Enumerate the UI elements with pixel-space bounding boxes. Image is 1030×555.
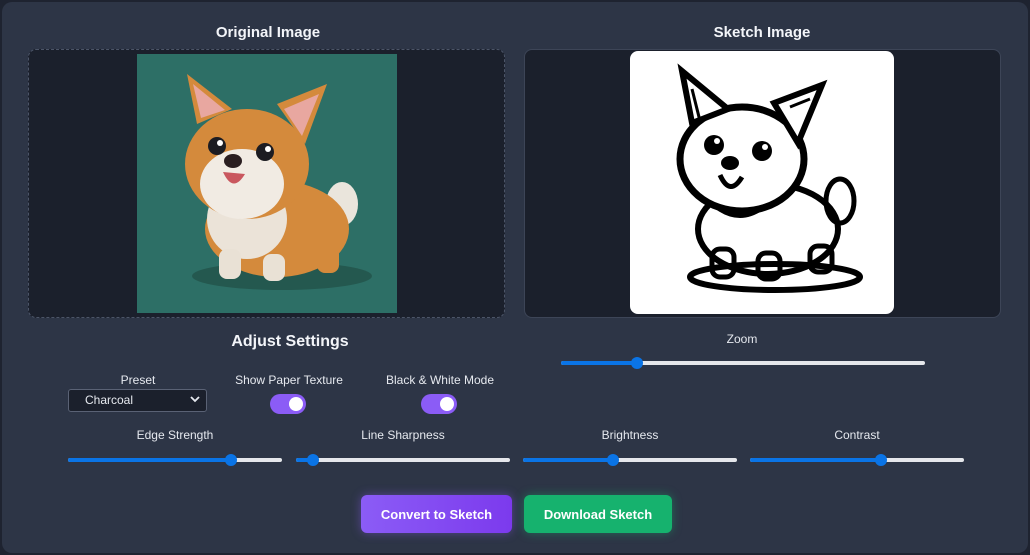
original-image-dropzone[interactable] <box>28 49 505 318</box>
convert-to-sketch-button[interactable]: Convert to Sketch <box>361 495 512 533</box>
edge-strength-label: Edge Strength <box>136 428 214 442</box>
download-sketch-button[interactable]: Download Sketch <box>524 495 672 533</box>
bw-mode-label: Black & White Mode <box>385 373 495 387</box>
original-image-title: Original Image <box>215 24 321 41</box>
bw-mode-toggle[interactable] <box>421 394 457 414</box>
slider-fill <box>750 458 881 462</box>
slider-thumb[interactable] <box>874 454 887 466</box>
slider-track <box>296 458 510 462</box>
slider-fill <box>68 458 231 462</box>
corgi-image <box>185 74 372 290</box>
preset-value: Charcoal <box>85 393 134 407</box>
contrast-label: Contrast <box>834 428 880 442</box>
sketch-image-title: Sketch Image <box>713 24 811 41</box>
slider-fill <box>561 361 638 365</box>
settings-title: Adjust Settings <box>231 333 349 350</box>
line-sharpness-label: Line Sharpness <box>361 428 445 442</box>
brightness-label: Brightness <box>601 428 659 442</box>
app-card: Original Image Sketch Image Adjust Setti… <box>2 2 1028 553</box>
slider-thumb[interactable] <box>631 357 644 369</box>
original-image <box>137 54 397 313</box>
edge-strength-slider[interactable] <box>68 453 282 467</box>
zoom-label: Zoom <box>726 332 758 346</box>
paper-texture-label: Show Paper Texture <box>235 373 343 387</box>
slider-fill <box>523 458 613 462</box>
sketch-image-frame <box>524 49 1001 318</box>
sketch-image <box>630 51 894 314</box>
toggle-knob <box>440 397 454 411</box>
slider-thumb[interactable] <box>307 454 320 466</box>
preset-label: Preset <box>120 373 156 387</box>
slider-thumb[interactable] <box>606 454 619 466</box>
brightness-slider[interactable] <box>523 453 737 467</box>
paper-texture-toggle[interactable] <box>270 394 306 414</box>
preset-select[interactable]: Charcoal <box>68 389 207 412</box>
contrast-slider[interactable] <box>750 453 964 467</box>
line-sharpness-slider[interactable] <box>296 453 510 467</box>
toggle-knob <box>289 397 303 411</box>
slider-thumb[interactable] <box>224 454 237 466</box>
chevron-down-icon <box>190 396 200 403</box>
corgi-sketch <box>676 63 863 293</box>
zoom-slider[interactable] <box>561 356 925 370</box>
